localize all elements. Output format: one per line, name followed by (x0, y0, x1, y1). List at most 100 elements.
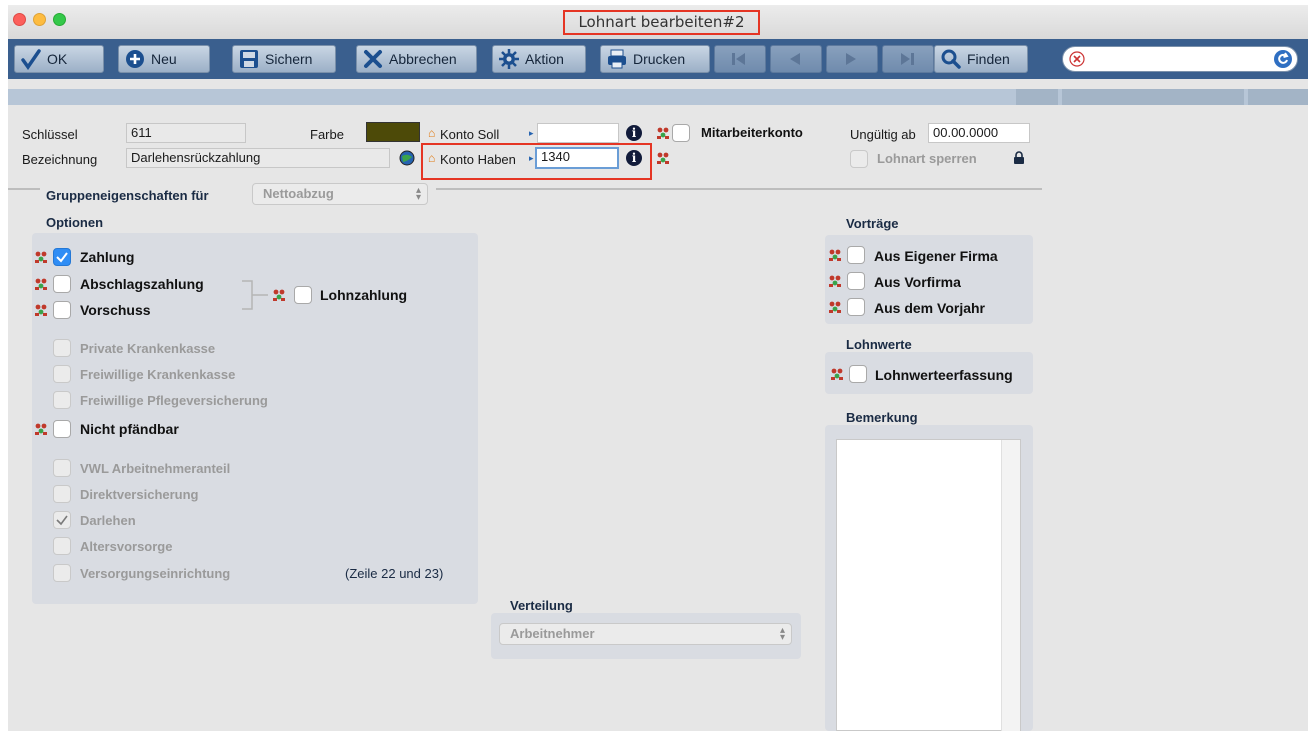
gruppe-select[interactable]: Nettoabzug ▴ ▾ (252, 183, 428, 205)
gear-icon (499, 49, 519, 69)
floppy-disk-icon (240, 50, 258, 68)
verteilung-title: Verteilung (510, 598, 573, 613)
private-kk-label: Private Krankenkasse (80, 341, 216, 356)
main-window: Lohnart bearbeiten#2 OK Neu Sichern Abbr… (8, 5, 1308, 731)
last-record-button[interactable] (882, 45, 934, 73)
tab-segment[interactable] (1016, 89, 1058, 105)
group-icon (35, 423, 47, 435)
altersvorsorge-checkbox[interactable] (53, 537, 71, 555)
abschlagszahlung-checkbox[interactable] (53, 275, 71, 293)
scrollbar[interactable] (1001, 440, 1020, 731)
cancel-label: Abbrechen (389, 51, 457, 67)
previous-record-button[interactable] (770, 45, 822, 73)
konto-soll-field[interactable] (537, 123, 619, 143)
cancel-button[interactable]: Abbrechen (356, 45, 477, 73)
color-swatch[interactable] (366, 122, 420, 142)
nicht-pfaendbar-label: Nicht pfändbar (80, 421, 179, 437)
tab-segment[interactable] (1248, 89, 1308, 105)
toolbar: OK Neu Sichern Abbrechen Aktion Drucken (8, 39, 1308, 79)
gruppe-label: Gruppeneigenschaften für (46, 188, 209, 203)
direktversicherung-label: Direktversicherung (80, 487, 199, 502)
altersvorsorge-label: Altersvorsorge (80, 539, 173, 554)
nicht-pfaendbar-checkbox[interactable] (53, 420, 71, 438)
freiwillige-pv-checkbox[interactable] (53, 391, 71, 409)
group-icon (657, 127, 669, 139)
zoom-window-button[interactable] (53, 13, 66, 26)
vorjahr-checkbox[interactable] (847, 298, 865, 316)
find-button[interactable]: Finden (934, 45, 1028, 73)
bemerkung-textarea[interactable] (836, 439, 1021, 731)
private-kk-checkbox[interactable] (53, 339, 71, 357)
lohnzahlung-label: Lohnzahlung (320, 287, 408, 303)
group-icon (829, 275, 841, 287)
search-field[interactable] (1062, 46, 1298, 72)
find-label: Finden (967, 51, 1010, 67)
abschlagszahlung-label: Abschlagszahlung (80, 276, 204, 292)
info-icon[interactable]: i (626, 150, 642, 166)
ungueltig-field[interactable]: 00.00.0000 (928, 123, 1030, 143)
action-button[interactable]: Aktion (492, 45, 586, 73)
magnifier-icon (941, 49, 961, 69)
zahlung-checkbox[interactable] (53, 248, 71, 266)
konto-haben-field[interactable]: 1340 (535, 147, 619, 169)
save-button[interactable]: Sichern (232, 45, 336, 73)
optionen-title: Optionen (46, 215, 104, 230)
lock-icon (1014, 151, 1024, 164)
separator (436, 188, 1042, 190)
verteilung-select[interactable]: Arbeitnehmer ▴ ▾ (499, 623, 792, 645)
schluessel-field[interactable]: 611 (126, 123, 246, 143)
cross-icon (364, 50, 382, 68)
direktversicherung-checkbox[interactable] (53, 485, 71, 503)
group-icon (829, 249, 841, 261)
bezeichnung-field[interactable]: Darlehensrückzahlung (126, 148, 390, 168)
mitarbeiterkonto-checkbox[interactable] (672, 124, 690, 142)
tab-segment[interactable] (1062, 89, 1244, 105)
group-icon (657, 152, 669, 164)
vorschuss-checkbox[interactable] (53, 301, 71, 319)
info-icon[interactable]: i (626, 125, 642, 141)
versorgung-label: Versorgungseinrichtung (80, 566, 231, 581)
search-go-icon[interactable] (1273, 49, 1293, 69)
group-icon (35, 304, 47, 316)
lohnart-sperren-checkbox[interactable] (850, 150, 868, 168)
vortraege-title: Vorträge (846, 216, 899, 231)
minimize-window-button[interactable] (33, 13, 46, 26)
vwl-label: VWL Arbeitnehmeranteil (80, 461, 231, 476)
window-title: Lohnart bearbeiten#2 (563, 10, 760, 35)
chevron-updown-icon: ▴ ▾ (415, 185, 421, 203)
checkmark-icon (56, 252, 68, 263)
house-icon: ⌂ (428, 151, 436, 165)
lohnzahlung-checkbox[interactable] (294, 286, 312, 304)
next-record-button[interactable] (826, 45, 878, 73)
verteilung-selected: Arbeitnehmer (510, 626, 595, 641)
close-window-button[interactable] (13, 13, 26, 26)
first-record-button[interactable] (714, 45, 766, 73)
vorfirma-checkbox[interactable] (847, 272, 865, 290)
print-label: Drucken (633, 51, 686, 67)
clear-search-icon[interactable] (1069, 51, 1085, 67)
freiwillige-kk-checkbox[interactable] (53, 365, 71, 383)
new-button[interactable]: Neu (118, 45, 210, 73)
title-bar: Lohnart bearbeiten#2 (8, 5, 1308, 39)
lohnwerteerfassung-checkbox[interactable] (849, 365, 867, 383)
ok-button[interactable]: OK (14, 45, 104, 73)
plus-circle-icon (126, 50, 144, 68)
group-icon (831, 368, 843, 380)
freiwillige-pv-label: Freiwillige Pflegeversicherung (80, 393, 268, 408)
zeile-note: (Zeile 22 und 23) (345, 566, 444, 581)
vwl-checkbox[interactable] (53, 459, 71, 477)
print-button[interactable]: Drucken (600, 45, 710, 73)
farbe-label: Farbe (310, 127, 344, 142)
eigene-firma-checkbox[interactable] (847, 246, 865, 264)
translate-globe-icon[interactable] (399, 150, 415, 166)
bezeichnung-label: Bezeichnung (22, 152, 98, 167)
lohnwerteerfassung-label: Lohnwerteerfassung (875, 367, 1013, 383)
gruppe-selected: Nettoabzug (263, 186, 334, 201)
konto-soll-label: Konto Soll (440, 127, 500, 142)
vorfirma-label: Aus Vorfirma (874, 274, 961, 290)
zahlung-label: Zahlung (80, 249, 135, 265)
versorgung-checkbox[interactable] (53, 564, 71, 582)
ok-label: OK (47, 51, 68, 67)
darlehen-checkbox[interactable] (53, 511, 71, 529)
arrow-right-icon: ▸ (529, 128, 534, 138)
